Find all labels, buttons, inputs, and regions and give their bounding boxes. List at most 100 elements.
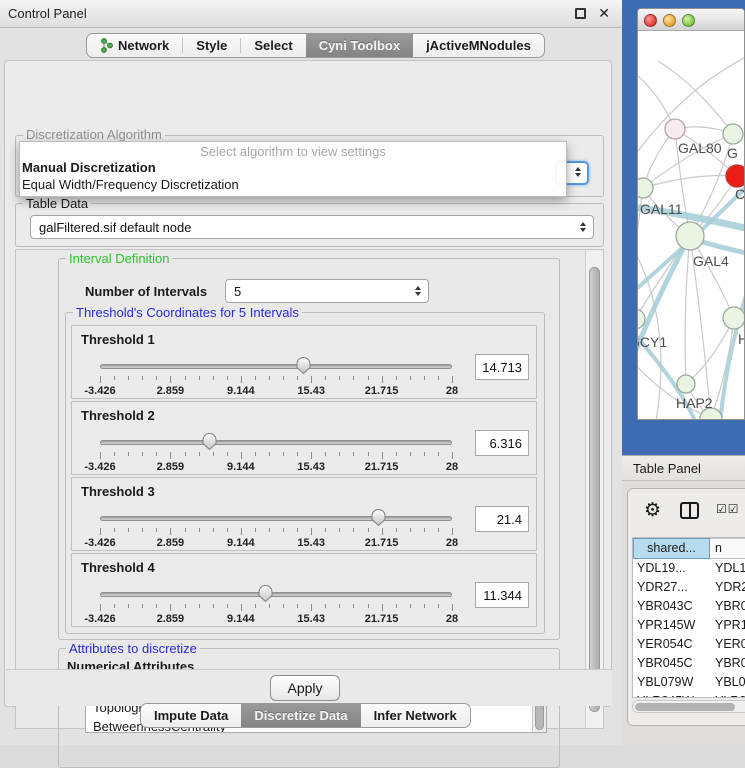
network-node-g[interactable] <box>723 124 743 144</box>
table-row[interactable]: YLR345WYLR3 <box>633 692 745 698</box>
cell-shared-name: YER054C <box>633 635 710 654</box>
threshold-slider[interactable]: -3.4262.8599.14415.4321.71528 <box>100 434 452 474</box>
tab-label: Cyni Toolbox <box>319 38 400 53</box>
table-row[interactable]: YBL079WYBL0 <box>633 673 745 692</box>
tab-label: Impute Data <box>154 708 228 723</box>
apply-bar: Apply <box>6 669 612 706</box>
slider-tick <box>283 452 284 456</box>
table-data-group: Table Data galFiltered.sif default node <box>15 203 604 247</box>
window-title: Control Panel <box>8 6 87 21</box>
slider-track <box>100 364 452 369</box>
bottom-tab-infer-network[interactable]: Infer Network <box>361 704 470 727</box>
slider-tick <box>241 376 242 383</box>
threshold-label: Threshold 1 <box>81 332 155 347</box>
slider-tick <box>170 528 171 535</box>
table-row[interactable]: YBR045CYBR0 <box>633 654 745 673</box>
interval-definition-group: Interval Definition Number of Intervals … <box>58 258 560 640</box>
slider-track <box>100 516 452 521</box>
table-row[interactable]: YDL19...YDL1 <box>633 559 745 578</box>
slider-tick <box>241 528 242 535</box>
slider-tick <box>325 604 326 608</box>
slider-tick <box>255 452 256 456</box>
slider-thumb-icon[interactable] <box>370 508 387 527</box>
network-node-h[interactable] <box>723 307 745 329</box>
slider-tick <box>100 528 101 535</box>
threshold-value-field[interactable] <box>475 354 529 380</box>
zoom-traffic-light-icon[interactable] <box>682 14 695 27</box>
table-row[interactable]: YDR27...YDR2 <box>633 578 745 597</box>
minimize-traffic-light-icon[interactable] <box>663 14 676 27</box>
slider-tick-label: 21.715 <box>365 613 399 625</box>
slider-tick <box>368 452 369 456</box>
threshold-slider[interactable]: -3.4262.8599.14415.4321.71528 <box>100 510 452 550</box>
slider-tick <box>410 376 411 380</box>
threshold-value-field[interactable] <box>475 506 529 532</box>
apply-button[interactable]: Apply <box>270 675 340 701</box>
table-panel-header: Table Panel <box>622 455 745 481</box>
table-row[interactable]: YPR145WYPR1 <box>633 616 745 635</box>
settings-scrollbar[interactable] <box>585 251 603 728</box>
node-label: GCY1 <box>638 334 667 350</box>
threshold-slider[interactable]: -3.4262.8599.14415.4321.71528 <box>100 586 452 626</box>
control-panel-titlebar: Control Panel ✕ <box>0 0 622 28</box>
number-of-intervals-combobox[interactable]: 5 <box>225 279 429 303</box>
node-label: C <box>735 186 745 202</box>
table-horizontal-scrollbar[interactable] <box>632 700 745 713</box>
slider-tick <box>311 376 312 383</box>
slider-tick <box>452 452 453 459</box>
threshold-value-field[interactable] <box>475 430 529 456</box>
select-columns-checkboxes-icon[interactable]: ☑☑ <box>716 502 740 516</box>
threshold-value-field[interactable] <box>475 582 529 608</box>
slider-tick-label: 28 <box>446 385 458 397</box>
tab-jactivemnodules[interactable]: jActiveMNodules <box>413 34 544 57</box>
slider-thumb-icon[interactable] <box>295 356 312 375</box>
slider-tick-label: 9.144 <box>227 537 255 549</box>
network-node-gal4[interactable] <box>676 222 704 250</box>
tab-select[interactable]: Select <box>241 34 305 57</box>
threshold-slider[interactable]: -3.4262.8599.14415.4321.71528 <box>100 358 452 398</box>
network-node-hap2[interactable] <box>677 375 695 393</box>
slider-tick <box>410 604 411 608</box>
slider-tick <box>353 452 354 456</box>
slider-tick <box>255 528 256 532</box>
slider-tick <box>255 376 256 380</box>
network-window-titlebar <box>638 9 745 31</box>
combobox-arrows-icon <box>575 167 581 177</box>
tab-cyni-toolbox[interactable]: Cyni Toolbox <box>306 34 413 57</box>
columns-icon[interactable] <box>680 502 699 519</box>
slider-tick <box>339 528 340 532</box>
slider-tick <box>339 604 340 608</box>
close-traffic-light-icon[interactable] <box>644 14 657 27</box>
scrollbar-thumb[interactable] <box>589 267 600 712</box>
slider-tick <box>156 376 157 380</box>
tab-style[interactable]: Style <box>183 34 240 57</box>
column-header-shared-name[interactable]: shared... <box>633 538 710 559</box>
slider-track <box>100 440 452 445</box>
table-row[interactable]: YER054CYER0 <box>633 635 745 654</box>
slider-tick <box>438 452 439 456</box>
network-node-c[interactable] <box>726 165 745 187</box>
slider-tick-label: 15.43 <box>297 537 325 549</box>
algorithm-option-equal-width-frequency-discretization[interactable]: Equal Width/Frequency Discretization <box>20 176 566 193</box>
table-row[interactable]: YBR043CYBR0 <box>633 597 745 616</box>
slider-thumb-icon[interactable] <box>201 432 218 451</box>
bottom-tab-discretize-data[interactable]: Discretize Data <box>241 704 360 727</box>
gear-icon[interactable]: ⚙ <box>644 499 661 522</box>
scrollbar-thumb[interactable] <box>635 703 735 711</box>
tab-network[interactable]: Network <box>87 34 182 57</box>
network-canvas[interactable]: GAL80GCGAL11GAL4GCY1HHAP2 <box>638 31 745 420</box>
node-label: G <box>727 145 738 161</box>
slider-tick <box>128 528 129 532</box>
network-node-gal11[interactable] <box>638 178 653 198</box>
cell-shared-name: YDR27... <box>633 578 710 597</box>
slider-thumb-icon[interactable] <box>257 584 274 603</box>
slider-tick <box>227 604 228 608</box>
table-data-combobox[interactable]: galFiltered.sif default node <box>30 215 594 239</box>
slider-tick <box>227 452 228 456</box>
bottom-tab-impute-data[interactable]: Impute Data <box>141 704 241 727</box>
float-window-icon[interactable] <box>575 8 586 19</box>
close-icon[interactable]: ✕ <box>598 5 610 22</box>
network-node-gal80[interactable] <box>665 119 685 139</box>
column-header-name[interactable]: n <box>710 538 745 559</box>
algorithm-option-manual-discretization[interactable]: Manual Discretization <box>20 159 566 176</box>
